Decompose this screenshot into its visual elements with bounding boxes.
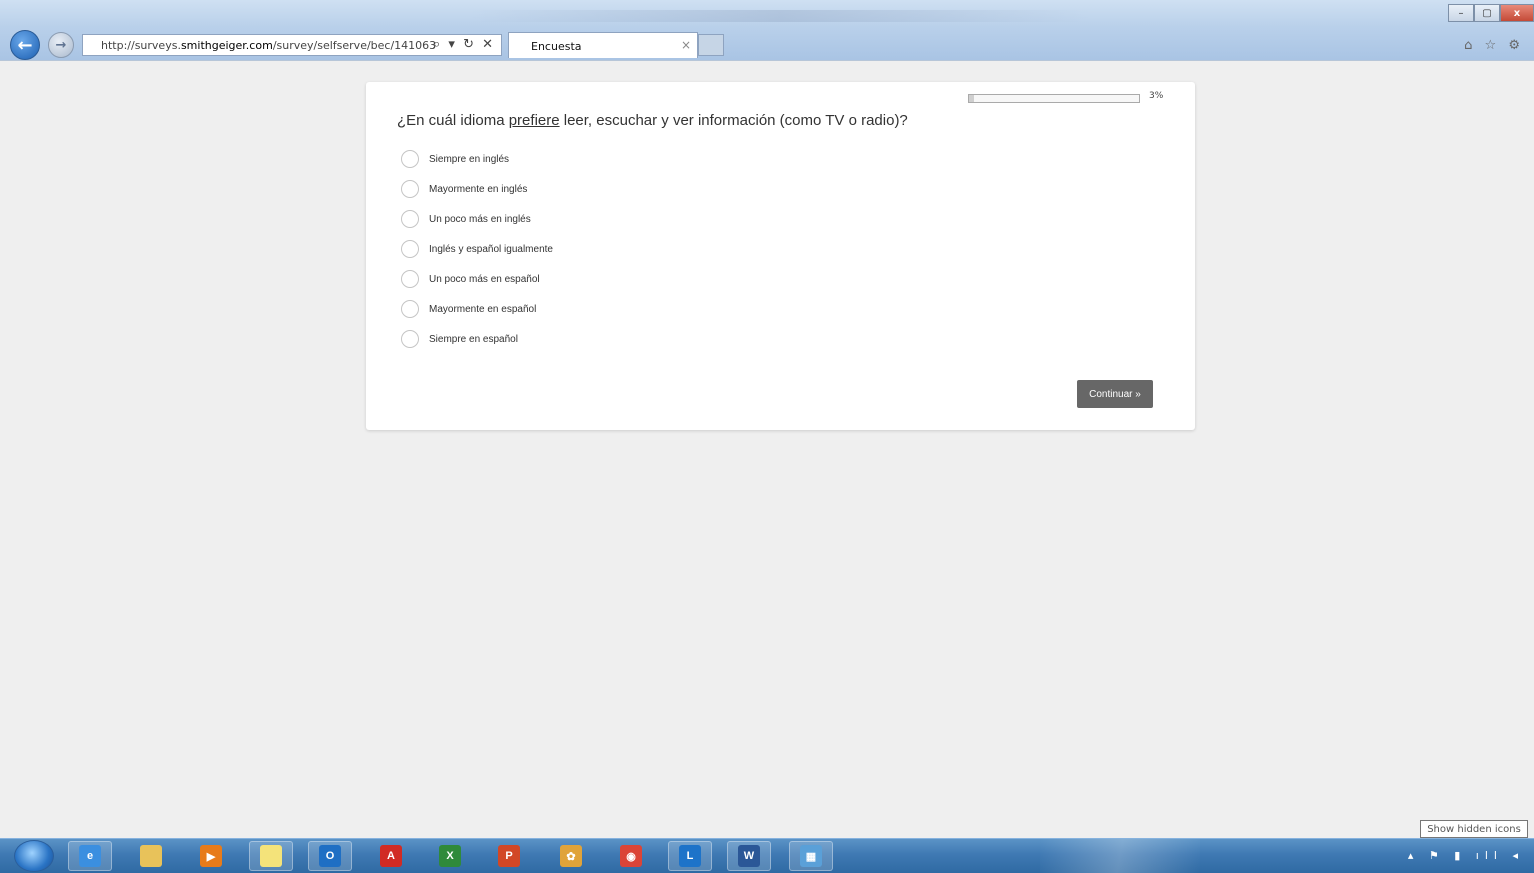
- excel-icon: X: [439, 845, 461, 867]
- option-label: Siempre en inglés: [429, 153, 510, 165]
- excel-taskbar-button[interactable]: X: [428, 841, 472, 871]
- chrome-taskbar-button[interactable]: ◉: [609, 841, 653, 871]
- continue-button[interactable]: Continuar »: [1077, 380, 1153, 408]
- acrobat-taskbar-button[interactable]: A: [369, 841, 413, 871]
- sticky-notes-taskbar-button[interactable]: [249, 841, 293, 871]
- option-siempre-espanol[interactable]: Siempre en español: [401, 328, 801, 350]
- option-poco-mas-espanol[interactable]: Un poco más en español: [401, 268, 801, 290]
- internet-explorer-icon: e: [79, 845, 101, 867]
- show-hidden-icons-tooltip: Show hidden icons: [1420, 820, 1528, 838]
- option-igualmente[interactable]: Inglés y español igualmente: [401, 238, 801, 260]
- sticky-notes-icon: [260, 845, 282, 867]
- option-siempre-ingles[interactable]: Siempre en inglés: [401, 148, 801, 170]
- tab-close-icon[interactable]: ×: [681, 38, 691, 52]
- file-explorer-taskbar-button[interactable]: [129, 841, 173, 871]
- control-panel-icon: ▦: [800, 845, 822, 867]
- taskbar-glow: [1040, 839, 1200, 873]
- radio-button[interactable]: [401, 150, 419, 168]
- lync-taskbar-button[interactable]: L: [668, 841, 712, 871]
- radio-button[interactable]: [401, 330, 419, 348]
- minimize-button[interactable]: –: [1448, 4, 1474, 22]
- address-bar[interactable]: http://surveys.smithgeiger.com/survey/se…: [82, 34, 502, 56]
- chrome-icon: ◉: [620, 845, 642, 867]
- powerpoint-taskbar-button[interactable]: P: [487, 841, 531, 871]
- radio-button[interactable]: [401, 210, 419, 228]
- option-label: Mayormente en inglés: [429, 183, 528, 195]
- system-tray-icons[interactable]: ▴ ⚑ ▮ ıll ◂: [1408, 849, 1524, 862]
- word-taskbar-button[interactable]: W: [727, 841, 771, 871]
- new-tab-button[interactable]: [698, 34, 724, 56]
- home-favorites-tools-icons[interactable]: ⌂ ☆ ⚙: [1464, 38, 1524, 53]
- internet-explorer-taskbar-button[interactable]: e: [68, 841, 112, 871]
- close-window-button[interactable]: x: [1500, 4, 1534, 22]
- start-button[interactable]: [14, 840, 54, 872]
- file-explorer-icon: [140, 845, 162, 867]
- survey-card: 3% ¿En cuál idioma prefiere leer, escuch…: [366, 82, 1195, 430]
- option-mayormente-ingles[interactable]: Mayormente en inglés: [401, 178, 801, 200]
- lync-icon: L: [679, 845, 701, 867]
- tab-label: Encuesta: [531, 40, 582, 53]
- option-label: Siempre en español: [429, 333, 518, 345]
- pinwheel-taskbar-button[interactable]: ✿: [549, 841, 593, 871]
- outlook-icon: O: [319, 845, 341, 867]
- question-text: ¿En cuál idioma prefiere leer, escuchar …: [397, 112, 908, 129]
- tab-encuesta[interactable]: Encuesta ×: [508, 32, 698, 58]
- option-label: Un poco más en inglés: [429, 213, 531, 225]
- option-label: Mayormente en español: [429, 303, 537, 315]
- question-emphasis: prefiere: [508, 112, 560, 129]
- radio-button[interactable]: [401, 270, 419, 288]
- taskbar: e ▶ O A X P ✿ ◉ L W ▦ ▴ ⚑ ▮ ıll ◂: [0, 838, 1534, 873]
- radio-button[interactable]: [401, 240, 419, 258]
- media-player-taskbar-button[interactable]: ▶: [189, 841, 233, 871]
- url-text: http://surveys.smithgeiger.com/survey/se…: [101, 39, 437, 52]
- address-tools-icons[interactable]: ⌕ ▾ ↻ ✕: [433, 37, 495, 52]
- back-arrow-icon: ←: [17, 34, 33, 56]
- outlook-taskbar-button[interactable]: O: [308, 841, 352, 871]
- media-player-icon: ▶: [200, 845, 222, 867]
- window-controls: – ▢ x: [1448, 4, 1534, 22]
- progress-fill: [969, 95, 975, 102]
- pinwheel-icon: ✿: [560, 845, 582, 867]
- maximize-button[interactable]: ▢: [1474, 4, 1500, 22]
- progress-label: 3%: [1149, 91, 1164, 101]
- window-title-bar: [470, 10, 1090, 22]
- forward-button[interactable]: →: [48, 32, 74, 58]
- word-icon: W: [738, 845, 760, 867]
- powerpoint-icon: P: [498, 845, 520, 867]
- option-label: Un poco más en español: [429, 273, 540, 285]
- option-label: Inglés y español igualmente: [429, 243, 553, 255]
- radio-button[interactable]: [401, 180, 419, 198]
- forward-arrow-icon: →: [55, 37, 67, 53]
- browser-chrome: ← → http://surveys.smithgeiger.com/surve…: [0, 0, 1534, 61]
- progress-bar: [968, 94, 1140, 103]
- option-poco-mas-ingles[interactable]: Un poco más en inglés: [401, 208, 801, 230]
- control-panel-taskbar-button[interactable]: ▦: [789, 841, 833, 871]
- option-mayormente-espanol[interactable]: Mayormente en español: [401, 298, 801, 320]
- back-button[interactable]: ←: [10, 30, 40, 60]
- acrobat-icon: A: [380, 845, 402, 867]
- radio-button[interactable]: [401, 300, 419, 318]
